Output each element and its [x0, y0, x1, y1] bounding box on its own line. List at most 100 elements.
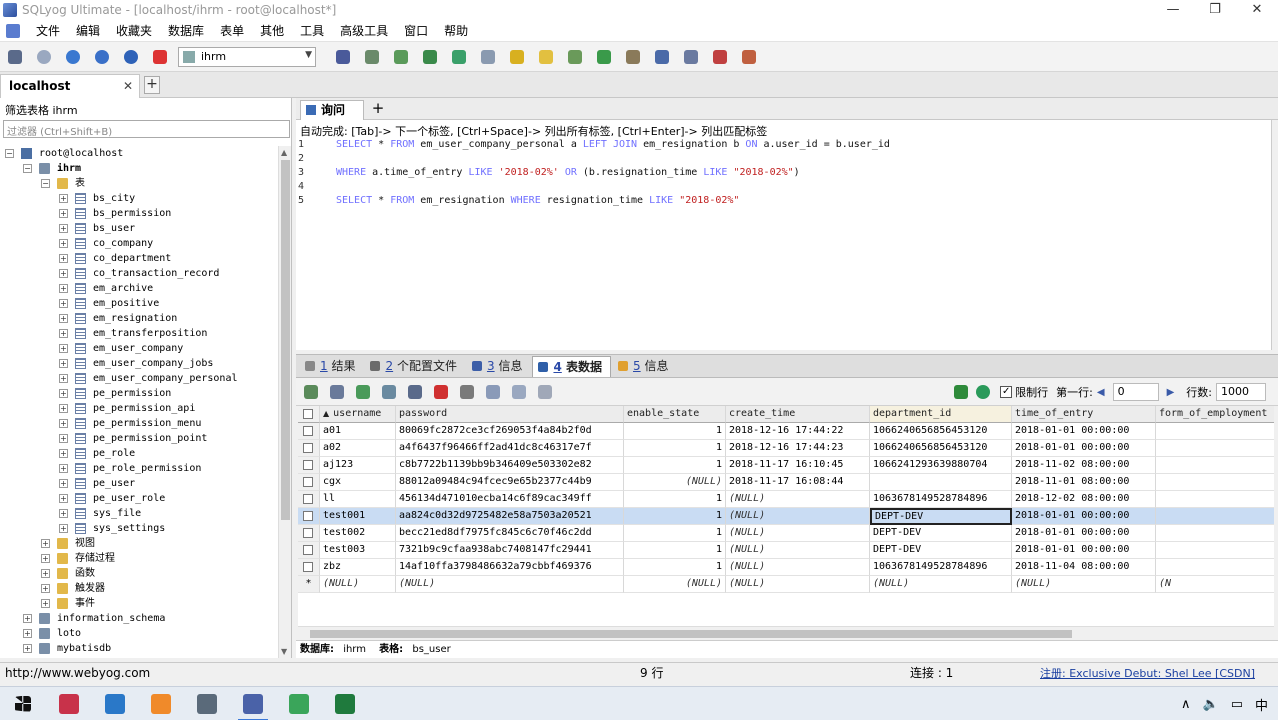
- add-icon[interactable]: [149, 46, 171, 68]
- cell-department-id[interactable]: 1063678149528784896: [870, 559, 1012, 576]
- cell-time-of-entry[interactable]: 2018-01-01 00:00:00: [1012, 440, 1156, 457]
- expand-icon[interactable]: +: [59, 389, 68, 398]
- cell-create-time[interactable]: (NULL): [726, 559, 870, 576]
- tree-scrollbar-thumb[interactable]: [281, 160, 290, 520]
- menu-help[interactable]: 帮助: [436, 20, 476, 42]
- refresh-icon[interactable]: [972, 381, 994, 403]
- expand-icon[interactable]: +: [59, 209, 68, 218]
- cell-form-of-employment[interactable]: (N: [1156, 576, 1274, 593]
- expand-icon[interactable]: +: [59, 239, 68, 248]
- minimize-button[interactable]: —: [1152, 0, 1194, 20]
- cell-create-time[interactable]: 2018-12-16 17:44:23: [726, 440, 870, 457]
- menu-window[interactable]: 窗口: [396, 20, 436, 42]
- cell-username[interactable]: zbz: [320, 559, 396, 576]
- collapse-icon[interactable]: −: [23, 164, 32, 173]
- table-row[interactable]: a01 80069fc2872ce3cf269053f4a84b2f0d 1 2018…: [298, 423, 1274, 440]
- cell-username[interactable]: ll: [320, 491, 396, 508]
- notifications-icon[interactable]: [651, 46, 673, 68]
- menu-favorites[interactable]: 收藏夹: [108, 20, 160, 42]
- expand-icon[interactable]: +: [59, 344, 68, 353]
- expand-icon[interactable]: +: [59, 269, 68, 278]
- cell-time-of-entry[interactable]: 2018-11-01 08:00:00: [1012, 474, 1156, 491]
- cell-department-id[interactable]: 1066240656856453120: [870, 440, 1012, 457]
- expand-icon[interactable]: +: [59, 434, 68, 443]
- cell-enable-state[interactable]: 1: [624, 508, 726, 525]
- cell-create-time[interactable]: (NULL): [726, 542, 870, 559]
- taskbar-chrome-icon[interactable]: [276, 687, 322, 720]
- cell-enable-state[interactable]: (NULL): [624, 576, 726, 593]
- delete-row-icon[interactable]: [430, 381, 452, 403]
- cell-create-time[interactable]: (NULL): [726, 508, 870, 525]
- execute-all-icon[interactable]: [91, 46, 113, 68]
- table-row[interactable]: a02 a4f6437f96466ff2ad41dc8c46317e7f 1 2018…: [298, 440, 1274, 457]
- disconnect-icon[interactable]: [33, 46, 55, 68]
- insert-row-icon[interactable]: [352, 381, 374, 403]
- tree-item[interactable]: + em_transferposition: [59, 326, 207, 341]
- cell-username[interactable]: test001: [320, 508, 396, 525]
- input-method-icon[interactable]: 中: [1255, 695, 1268, 714]
- expand-icon[interactable]: +: [59, 479, 68, 488]
- expand-icon[interactable]: +: [59, 284, 68, 293]
- cell-department-id[interactable]: DEPT-DEV: [870, 542, 1012, 559]
- import-icon[interactable]: [361, 46, 383, 68]
- tree-item[interactable]: + co_department: [59, 251, 171, 266]
- tree-item[interactable]: + em_positive: [59, 296, 159, 311]
- limit-rows-checkbox[interactable]: ✓: [1000, 386, 1013, 398]
- export-data-icon[interactable]: [300, 381, 322, 403]
- menu-tools[interactable]: 工具: [292, 20, 332, 42]
- expand-icon[interactable]: +: [23, 614, 32, 623]
- schema-sync-icon[interactable]: [477, 46, 499, 68]
- cell-department-id[interactable]: DEPT-DEV: [870, 525, 1012, 542]
- column-header-time-of-entry[interactable]: time_of_entry: [1012, 406, 1156, 423]
- duplicate-row-icon[interactable]: [378, 381, 400, 403]
- backup-icon[interactable]: [419, 46, 441, 68]
- history-icon[interactable]: [709, 46, 731, 68]
- cell-password[interactable]: 7321b9c9cfaa938abc7408147fc29441: [396, 542, 624, 559]
- tree-item[interactable]: + em_user_company_personal: [59, 371, 238, 386]
- cell-create-time[interactable]: 2018-11-17 16:10:45: [726, 457, 870, 474]
- tree-item[interactable]: + pe_role_permission: [59, 461, 201, 476]
- row-checkbox[interactable]: [298, 440, 320, 457]
- cell-username[interactable]: cgx: [320, 474, 396, 491]
- expand-icon[interactable]: +: [59, 299, 68, 308]
- expand-icon[interactable]: +: [23, 644, 32, 653]
- close-tab-icon[interactable]: ✕: [123, 75, 133, 97]
- cell-form-of-employment[interactable]: [1156, 508, 1274, 525]
- cell-enable-state[interactable]: 1: [624, 423, 726, 440]
- collapse-icon[interactable]: −: [41, 179, 50, 188]
- expand-icon[interactable]: +: [41, 539, 50, 548]
- schema-designer-icon[interactable]: [535, 46, 557, 68]
- tree-item[interactable]: + pe_permission_menu: [59, 416, 201, 431]
- row-checkbox[interactable]: [298, 542, 320, 559]
- connection-tab-localhost[interactable]: localhost ✕: [0, 74, 140, 98]
- sql-editor[interactable]: 自动完成: [Tab]-> 下一个标签, [Ctrl+Space]-> 列出所有…: [296, 120, 1272, 350]
- row-checkbox[interactable]: [298, 457, 320, 474]
- tree-item[interactable]: + em_user_company: [59, 341, 183, 356]
- profiler-icon[interactable]: [738, 46, 760, 68]
- row-checkbox[interactable]: [298, 559, 320, 576]
- cell-password[interactable]: 88012a09484c94fcec9e65b2377c44b9: [396, 474, 624, 491]
- copy-db-icon[interactable]: [593, 46, 615, 68]
- battery-icon[interactable]: ▭: [1231, 697, 1243, 712]
- select-all-checkbox[interactable]: [298, 406, 320, 423]
- tree-item[interactable]: + co_transaction_record: [59, 266, 219, 281]
- cell-password[interactable]: c8b7722b1139bb9b346409e503302e82: [396, 457, 624, 474]
- expand-icon[interactable]: +: [59, 224, 68, 233]
- cell-enable-state[interactable]: 1: [624, 457, 726, 474]
- cell-department-id[interactable]: 1063678149528784896: [870, 491, 1012, 508]
- tree-item[interactable]: + pe_permission_api: [59, 401, 195, 416]
- cell-time-of-entry[interactable]: 2018-01-01 00:00:00: [1012, 423, 1156, 440]
- cell-enable-state[interactable]: (NULL): [624, 474, 726, 491]
- cell-password[interactable]: becc21ed8df7975fc845c6c70f46c2dd: [396, 525, 624, 542]
- expand-icon[interactable]: +: [59, 374, 68, 383]
- cell-form-of-employment[interactable]: [1156, 440, 1274, 457]
- cell-username[interactable]: a02: [320, 440, 396, 457]
- cell-department-id[interactable]: DEPT-DEV: [870, 508, 1012, 525]
- cell-password[interactable]: 80069fc2872ce3cf269053f4a84b2f0d: [396, 423, 624, 440]
- expand-icon[interactable]: +: [59, 359, 68, 368]
- table-row[interactable]: zbz 14af10ffa3798486632a79cbbf469376 1 (NUL…: [298, 559, 1274, 576]
- tree-item[interactable]: + 视图: [41, 536, 95, 551]
- tree-item[interactable]: + co_company: [59, 236, 153, 251]
- cell-enable-state[interactable]: 1: [624, 491, 726, 508]
- cell-username[interactable]: aj123: [320, 457, 396, 474]
